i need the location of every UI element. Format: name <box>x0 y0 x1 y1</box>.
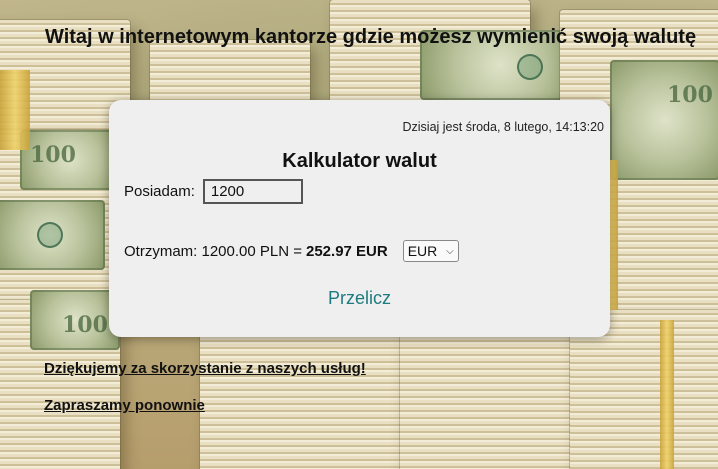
currency-select[interactable]: EUR ⌵ <box>402 240 459 262</box>
invite-link[interactable]: Zapraszamy ponownie <box>44 397 205 414</box>
result-amount: 252.97 EUR <box>306 242 388 260</box>
currency-select-value: EUR <box>407 243 438 259</box>
chevron-down-icon: ⌵ <box>446 245 454 257</box>
result-row: Otrzymam: 1200.00 PLN = 252.97 EUR EUR ⌵ <box>124 240 459 262</box>
have-row: Posiadam: <box>124 179 303 204</box>
calculator-title: Kalkulator walut <box>282 150 437 172</box>
result-label: Otrzymam: 1200.00 PLN = <box>124 242 302 260</box>
welcome-heading: Witaj w internetowym kantorze gdzie może… <box>45 26 697 48</box>
have-label: Posiadam: <box>124 183 195 200</box>
current-date: Dzisiaj jest środa, 8 lutego, 14:13:20 <box>402 120 604 134</box>
currency-calculator-card: Dzisiaj jest środa, 8 lutego, 14:13:20 K… <box>109 100 610 337</box>
convert-button[interactable]: Przelicz <box>109 288 610 309</box>
thanks-link[interactable]: Dziękujemy za skorzystanie z naszych usł… <box>44 360 366 377</box>
amount-input[interactable] <box>202 179 303 204</box>
